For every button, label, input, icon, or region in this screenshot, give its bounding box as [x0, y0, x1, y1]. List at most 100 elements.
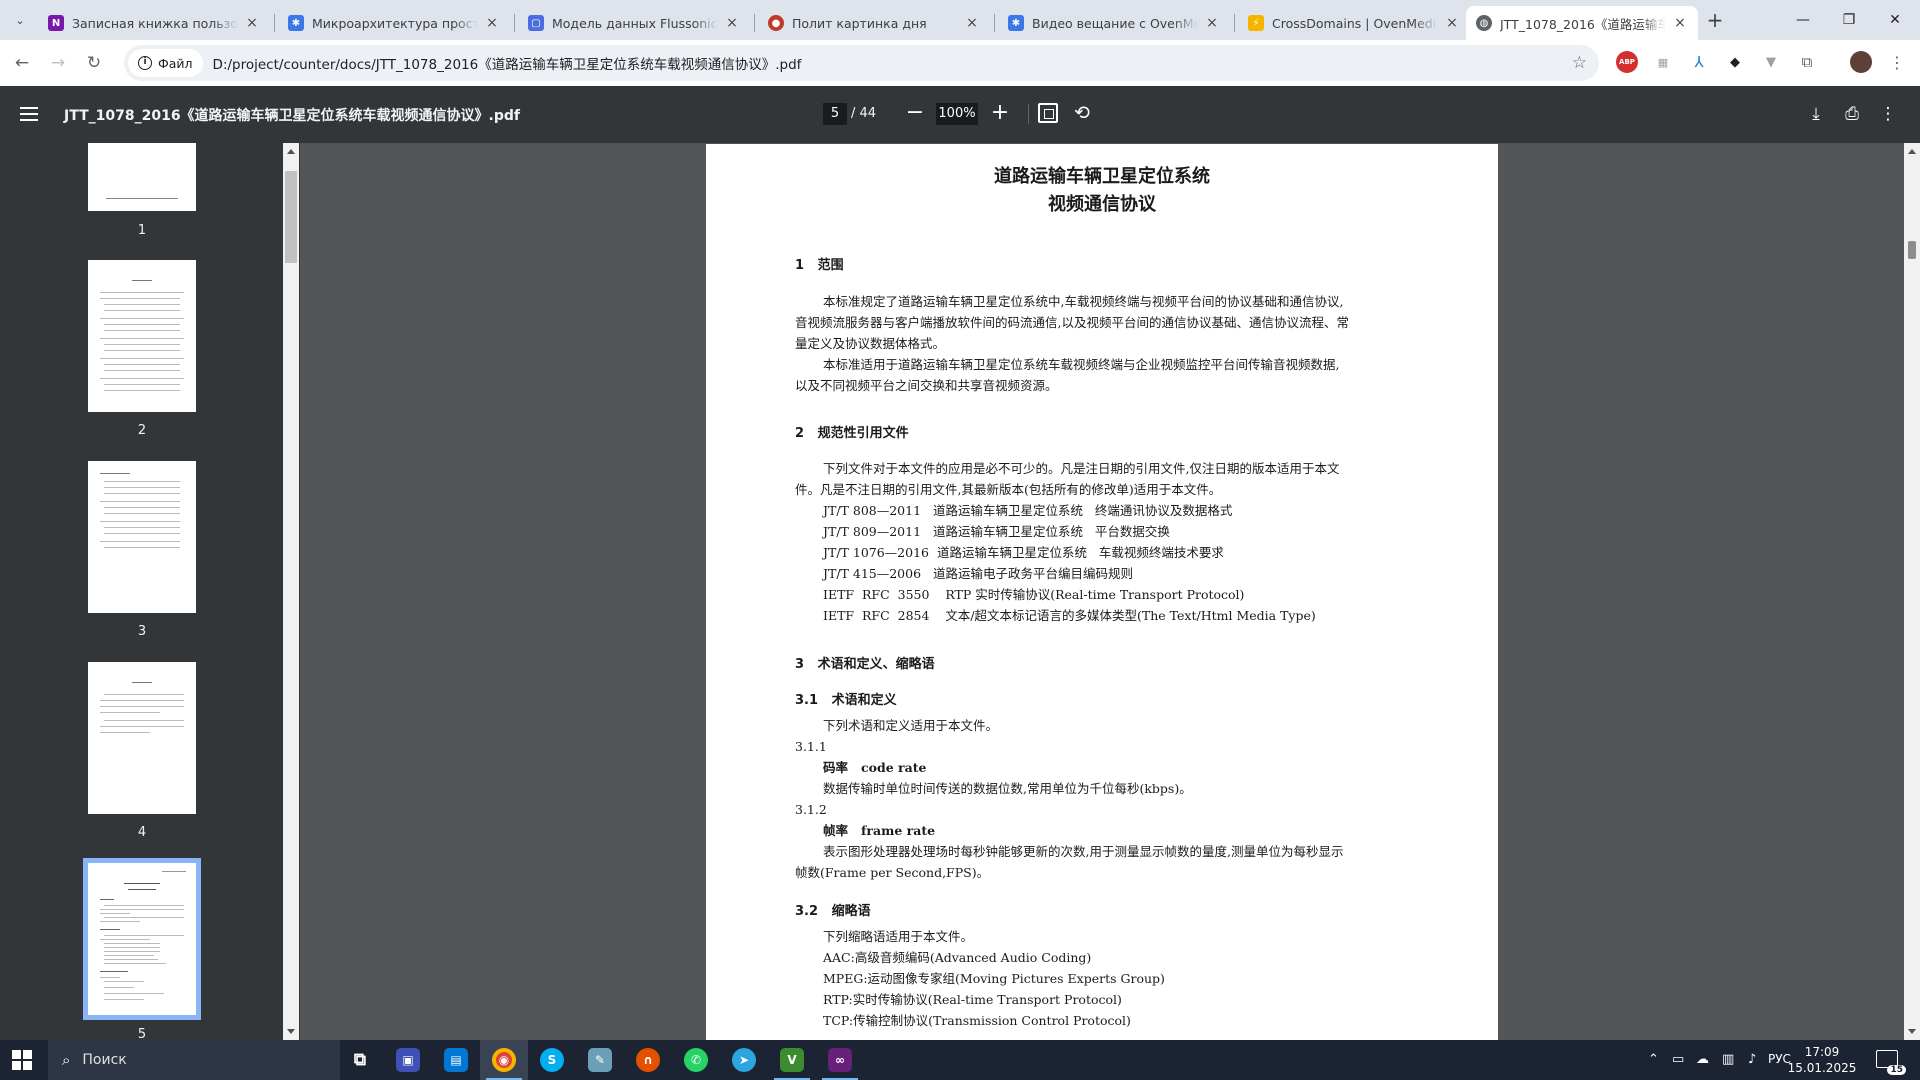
document-scroll-thumb[interactable] — [1908, 241, 1916, 259]
zoom-out-button[interactable]: − — [903, 100, 927, 128]
thumbnail-label: 5 — [137, 1027, 147, 1040]
clock[interactable]: 17:09 15.01.2025 — [1780, 1044, 1864, 1076]
chevron-up-icon[interactable]: ⌃ — [1648, 1052, 1659, 1067]
sidebar-scrollbar[interactable] — [283, 143, 299, 1040]
scroll-down-arrow-icon[interactable] — [1908, 1029, 1916, 1034]
adblock-icon[interactable]: ABP — [1616, 51, 1638, 73]
term-name: 帧率 frame rate — [823, 823, 936, 838]
thumbnail-label: 1 — [137, 223, 147, 238]
taskbar-search[interactable]: ⌕ Поиск — [48, 1040, 340, 1080]
forward-button[interactable]: → — [44, 49, 72, 77]
site-info-chip[interactable]: i Файл — [128, 49, 203, 77]
tab-pdf-active[interactable]: ◍ JTT_1078_2016《道路运输车辆卫星定位系统车载视频通信协议》.pd… — [1466, 6, 1698, 40]
skype-app-icon[interactable]: S — [528, 1040, 576, 1080]
document-viewport[interactable]: 道路运输车辆卫星定位系统 视频通信协议 1 范围 本标准规定了道路运输车辆卫星定… — [300, 143, 1904, 1040]
acrobat-icon[interactable]: ⅄ — [1688, 51, 1710, 73]
kebab-menu-icon[interactable]: ⋮ — [1886, 51, 1908, 73]
tab-separator — [1234, 14, 1235, 32]
fit-page-icon[interactable] — [1038, 103, 1058, 123]
tab-search-button[interactable]: ⌄ — [8, 8, 32, 32]
thumbnail-label: 2 — [137, 423, 147, 438]
term-name: 码率 code rate — [823, 760, 927, 775]
bookmark-star-icon[interactable]: ☆ — [1572, 53, 1587, 73]
telegram-app-icon[interactable]: ➤ — [720, 1040, 768, 1080]
tab-crossdomains[interactable]: ⚡ CrossDomains | OvenMediaEngine × — [1238, 6, 1470, 40]
notification-icon[interactable]: 15 — [1876, 1050, 1906, 1075]
close-window-button[interactable]: ✕ — [1872, 0, 1918, 40]
chrome-app-icon[interactable]: ◉ — [480, 1040, 528, 1080]
vs-code-alt-app-icon[interactable]: V — [768, 1040, 816, 1080]
page-thumbnail-3[interactable] — [88, 461, 196, 613]
omnibox[interactable]: i Файл D:/project/counter/docs/JTT_1078_… — [124, 45, 1599, 81]
save-app-icon[interactable]: ▣ — [384, 1040, 432, 1080]
close-tab-icon[interactable]: × — [1672, 15, 1688, 31]
thumbnail-sidebar: 1 2 3 4 5 — [0, 143, 300, 1040]
paragraph-line: 量定义及协议数据体格式。 — [795, 336, 946, 351]
volume-icon[interactable]: ♪ — [1748, 1052, 1756, 1067]
paragraph-line: 本标准适用于道路运输车辆卫星定位系统车载视频终端与企业视频监控平台间传输音视频数… — [823, 357, 1340, 372]
headphones-app-icon[interactable]: ∩ — [624, 1040, 672, 1080]
document-scrollbar[interactable] — [1904, 143, 1920, 1040]
tab-microarch[interactable]: ✱ Микроархитектура простого медиасервера… — [278, 6, 510, 40]
chat-icon: ▢ — [528, 15, 544, 31]
page-thumbnail-4[interactable] — [88, 662, 196, 814]
close-tab-icon[interactable]: × — [1444, 15, 1460, 31]
more-options-icon[interactable]: ⋮ — [1876, 102, 1900, 126]
page-thumbnail-1[interactable] — [88, 143, 196, 211]
arrow-left-icon: ← — [14, 53, 30, 73]
tab-separator — [274, 14, 275, 32]
tab-flussonic[interactable]: ▢ Модель данных Flussonic - Flussonic × — [518, 6, 750, 40]
scroll-up-arrow-icon[interactable] — [287, 149, 295, 154]
tab-app-icon: ✱ — [288, 15, 304, 31]
print-icon[interactable]: ⎙ — [1840, 102, 1864, 126]
menu-icon[interactable] — [20, 102, 44, 126]
notes-app-icon[interactable]: ✎ — [576, 1040, 624, 1080]
page-thumbnail-5[interactable] — [83, 858, 201, 1020]
tab-ovenmedia[interactable]: ✱ Видео вещание с OvenMediaEngine × — [998, 6, 1230, 40]
close-tab-icon[interactable]: × — [724, 15, 740, 31]
minimize-button[interactable]: — — [1780, 0, 1826, 40]
restore-button[interactable]: ❐ — [1826, 0, 1872, 40]
arrow-right-icon: → — [50, 53, 66, 73]
puzzle-icon[interactable]: ⧉ — [1796, 51, 1818, 73]
tab-polit[interactable]: ● Полит картинка дня × — [758, 6, 990, 40]
cloud-icon[interactable]: ☁ — [1696, 1052, 1709, 1067]
visual-studio-app-icon[interactable]: ∞ — [816, 1040, 864, 1080]
close-tab-icon[interactable]: × — [244, 15, 260, 31]
page-number-input[interactable]: 5 — [823, 103, 847, 125]
whatsapp-app-icon[interactable]: ✆ — [672, 1040, 720, 1080]
close-tab-icon[interactable]: × — [484, 15, 500, 31]
thumbnail-label: 3 — [137, 624, 147, 639]
sidebar-scroll-thumb[interactable] — [285, 171, 297, 263]
scroll-up-arrow-icon[interactable] — [1908, 149, 1916, 154]
tab-separator — [514, 14, 515, 32]
ghostery-icon[interactable]: ◆ — [1724, 51, 1746, 73]
back-button[interactable]: ← — [8, 49, 36, 77]
zoom-input[interactable]: 100% — [936, 103, 978, 125]
pdf-toolbar: JTT_1078_2016《道路运输车辆卫星定位系统车载视频通信协议》.pdf … — [0, 86, 1920, 143]
tab-onenote[interactable]: N Записная книжка пользователя × — [38, 6, 270, 40]
reference-item: JT/T 808—2011 道路运输车辆卫星定位系统 终端通讯协议及数据格式 — [823, 503, 1233, 518]
page-thumbnail-2[interactable] — [88, 260, 196, 412]
paragraph-line: 下列文件对于本文件的应用是必不可少的。凡是注日期的引用文件,仅注日期的版本适用于… — [823, 461, 1340, 476]
zoom-in-button[interactable]: + — [988, 100, 1012, 128]
paragraph-line: 音视频流服务器与客户端播放软件间的码流通信,以及视频平台间的通信协议基础、通信协… — [795, 315, 1349, 330]
vpn-icon[interactable]: ▼ — [1760, 51, 1782, 73]
download-icon[interactable]: ⤓ — [1804, 102, 1828, 126]
term-number: 3.1.1 — [795, 739, 827, 754]
start-button[interactable] — [12, 1050, 32, 1070]
rotate-icon[interactable]: ⟲ — [1070, 101, 1094, 125]
info-icon: i — [138, 56, 152, 70]
avatar[interactable] — [1850, 51, 1872, 73]
extension-icon[interactable]: ▦ — [1652, 51, 1674, 73]
task-view-icon[interactable]: ⧉ — [336, 1040, 384, 1080]
close-tab-icon[interactable]: × — [1204, 15, 1220, 31]
url-text[interactable]: D:/project/counter/docs/JTT_1078_2016《道路… — [213, 53, 802, 73]
new-tab-button[interactable]: + — [1702, 8, 1728, 34]
network-icon[interactable]: ▥ — [1722, 1052, 1734, 1067]
scroll-down-arrow-icon[interactable] — [287, 1029, 295, 1034]
reload-button[interactable]: ↻ — [80, 49, 108, 77]
store-app-icon[interactable]: ▤ — [432, 1040, 480, 1080]
device-icon[interactable]: ▭ — [1672, 1052, 1684, 1067]
close-tab-icon[interactable]: × — [964, 15, 980, 31]
